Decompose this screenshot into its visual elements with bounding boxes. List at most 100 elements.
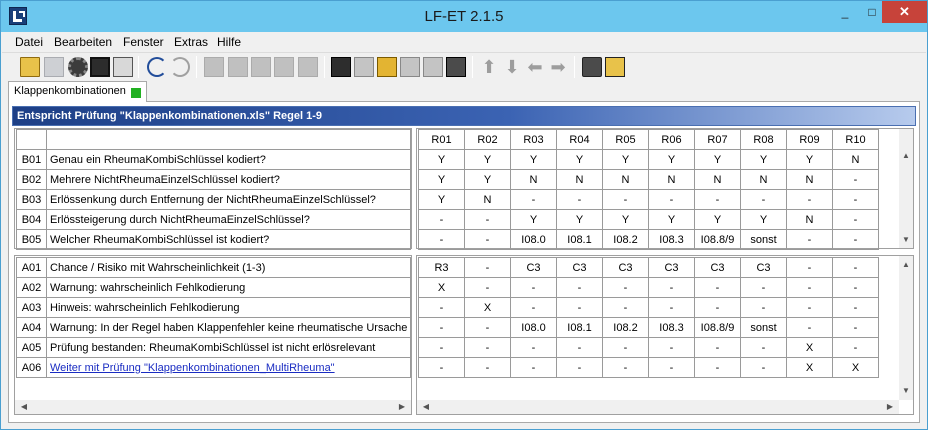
rule-header-cell[interactable]: R08 bbox=[740, 129, 787, 150]
action-value-cell[interactable]: R3 bbox=[418, 257, 465, 278]
action-value-cell[interactable]: - bbox=[832, 257, 879, 278]
condition-value-cell[interactable]: - bbox=[786, 189, 833, 210]
condition-id[interactable]: B05 bbox=[16, 229, 47, 250]
condition-value-cell[interactable]: Y bbox=[510, 209, 557, 230]
action-value-cell[interactable]: I08.2 bbox=[602, 317, 649, 338]
action-value-cell[interactable]: - bbox=[556, 277, 603, 298]
action-value-cell[interactable]: C3 bbox=[556, 257, 603, 278]
action-value-cell[interactable]: - bbox=[464, 277, 511, 298]
rule-header-cell[interactable]: R04 bbox=[556, 129, 603, 150]
rule-header-cell[interactable]: R02 bbox=[464, 129, 511, 150]
grid-icon[interactable] bbox=[400, 57, 420, 77]
action-value-cell[interactable]: - bbox=[694, 357, 741, 378]
paste-special-icon[interactable] bbox=[274, 57, 294, 77]
condition-value-cell[interactable]: Y bbox=[648, 149, 695, 170]
condition-text[interactable]: Welcher RheumaKombiSchlüssel ist kodiert… bbox=[46, 229, 411, 250]
action-row[interactable]: A06 Weiter mit Prüfung "Klappenkombinatio… bbox=[16, 357, 411, 378]
action-value-cell[interactable]: - bbox=[602, 297, 649, 318]
rule-header-cell[interactable]: R03 bbox=[510, 129, 557, 150]
condition-value-cell[interactable]: Y bbox=[648, 209, 695, 230]
condition-value-cell[interactable]: Y bbox=[418, 149, 465, 170]
action-id[interactable]: A06 bbox=[16, 357, 47, 378]
scroll-up-icon[interactable]: ▲ bbox=[899, 149, 913, 163]
menu-bearbeiten[interactable]: Bearbeiten bbox=[54, 35, 112, 49]
arrow-up-icon[interactable]: ⬆ bbox=[479, 57, 499, 77]
condition-value-cell[interactable]: N bbox=[510, 169, 557, 190]
action-value-cell[interactable]: - bbox=[832, 317, 879, 338]
action-value-cell[interactable]: - bbox=[602, 357, 649, 378]
action-value-cell[interactable]: - bbox=[694, 337, 741, 358]
condition-value-cell[interactable]: Y bbox=[418, 189, 465, 210]
arrow-down-icon[interactable]: ⬇ bbox=[502, 57, 522, 77]
checklist-icon[interactable] bbox=[446, 57, 466, 77]
condition-value-cell[interactable]: Y bbox=[602, 149, 649, 170]
action-value-cell[interactable]: - bbox=[464, 317, 511, 338]
condition-value-cell[interactable]: N bbox=[786, 209, 833, 230]
condition-value-cell[interactable]: N bbox=[602, 169, 649, 190]
condition-value-cell[interactable]: - bbox=[832, 169, 879, 190]
action-value-cell[interactable]: - bbox=[648, 357, 695, 378]
condition-value-cell[interactable]: sonst bbox=[740, 229, 787, 250]
action-value-cell[interactable]: - bbox=[418, 357, 465, 378]
action-row[interactable]: A03 Hinweis: wahrscheinlich Fehlkodierung bbox=[16, 297, 411, 318]
filter-icon[interactable] bbox=[377, 57, 397, 77]
action-value-cell[interactable]: - bbox=[602, 337, 649, 358]
action-text[interactable]: Hinweis: wahrscheinlich Fehlkodierung bbox=[46, 297, 411, 318]
condition-value-cell[interactable]: - bbox=[648, 189, 695, 210]
condition-value-cell[interactable]: I08.8/9 bbox=[694, 229, 741, 250]
action-value-cell[interactable]: - bbox=[510, 277, 557, 298]
condition-value-cell[interactable]: - bbox=[418, 229, 465, 250]
action-value-cell[interactable]: - bbox=[556, 337, 603, 358]
actions-text-horizontal-scrollbar[interactable]: ◀ ▶ bbox=[15, 400, 411, 414]
save-icon[interactable] bbox=[44, 57, 64, 77]
conditions-vertical-scrollbar[interactable]: ▲ ▼ bbox=[899, 129, 913, 248]
cut-icon[interactable] bbox=[204, 57, 224, 77]
action-value-cell[interactable]: - bbox=[418, 337, 465, 358]
action-value-cell[interactable]: - bbox=[694, 277, 741, 298]
action-row[interactable]: A02 Warnung: wahrscheinlich Fehlkodierung bbox=[16, 277, 411, 298]
condition-id[interactable]: B01 bbox=[16, 149, 47, 170]
action-text[interactable]: Warnung: wahrscheinlich Fehlkodierung bbox=[46, 277, 411, 298]
action-value-cell[interactable]: - bbox=[418, 317, 465, 338]
condition-value-cell[interactable]: - bbox=[602, 189, 649, 210]
action-text[interactable]: Chance / Risiko mit Wahrscheinlichkeit (… bbox=[46, 257, 411, 278]
condition-value-cell[interactable]: Y bbox=[556, 209, 603, 230]
open-folder-icon[interactable] bbox=[20, 57, 40, 77]
rule-header-cell[interactable]: R10 bbox=[832, 129, 879, 150]
action-value-cell[interactable]: - bbox=[464, 337, 511, 358]
rule-header-cell[interactable]: R09 bbox=[786, 129, 833, 150]
condition-value-cell[interactable]: Y bbox=[556, 149, 603, 170]
condition-value-cell[interactable]: - bbox=[740, 189, 787, 210]
action-id[interactable]: A01 bbox=[16, 257, 47, 278]
condition-value-cell[interactable]: N bbox=[832, 149, 879, 170]
action-row[interactable]: A01 Chance / Risiko mit Wahrscheinlichkei… bbox=[16, 257, 411, 278]
action-value-cell[interactable]: - bbox=[832, 297, 879, 318]
undo-icon[interactable] bbox=[147, 57, 167, 77]
condition-text[interactable]: Erlössenkung durch Entfernung der NichtR… bbox=[46, 189, 411, 210]
minimize-button[interactable]: _ bbox=[831, 1, 859, 23]
action-value-cell[interactable]: - bbox=[510, 337, 557, 358]
action-value-cell[interactable]: - bbox=[740, 277, 787, 298]
condition-value-cell[interactable]: Y bbox=[510, 149, 557, 170]
condition-row[interactable]: B01 Genau ein RheumaKombiSchlüssel kodier… bbox=[16, 149, 411, 170]
menu-datei[interactable]: Datei bbox=[15, 35, 43, 49]
condition-value-cell[interactable]: N bbox=[648, 169, 695, 190]
paste-icon[interactable] bbox=[251, 57, 271, 77]
condition-value-cell[interactable]: I08.2 bbox=[602, 229, 649, 250]
action-value-cell[interactable]: sonst bbox=[740, 317, 787, 338]
action-value-cell[interactable]: C3 bbox=[740, 257, 787, 278]
tab-klappenkombinationen[interactable]: Klappenkombinationen bbox=[8, 81, 147, 102]
action-value-cell[interactable]: - bbox=[648, 277, 695, 298]
settings-gear-icon[interactable] bbox=[68, 57, 88, 77]
action-value-cell[interactable]: - bbox=[740, 357, 787, 378]
condition-value-cell[interactable]: Y bbox=[740, 209, 787, 230]
condition-value-cell[interactable]: - bbox=[832, 189, 879, 210]
action-value-cell[interactable]: - bbox=[556, 297, 603, 318]
title-bar[interactable]: LF-ET 2.1.5 _ □ ✕ bbox=[1, 1, 927, 32]
condition-value-cell[interactable]: - bbox=[786, 229, 833, 250]
action-value-cell[interactable]: - bbox=[832, 277, 879, 298]
action-text-cell[interactable]: Weiter mit Prüfung "Klappenkombinationen… bbox=[46, 357, 411, 378]
action-id[interactable]: A02 bbox=[16, 277, 47, 298]
action-value-cell[interactable]: X bbox=[786, 337, 833, 358]
condition-row[interactable]: B04 Erlössteigerung durch NichtRheumaEinz… bbox=[16, 209, 411, 230]
